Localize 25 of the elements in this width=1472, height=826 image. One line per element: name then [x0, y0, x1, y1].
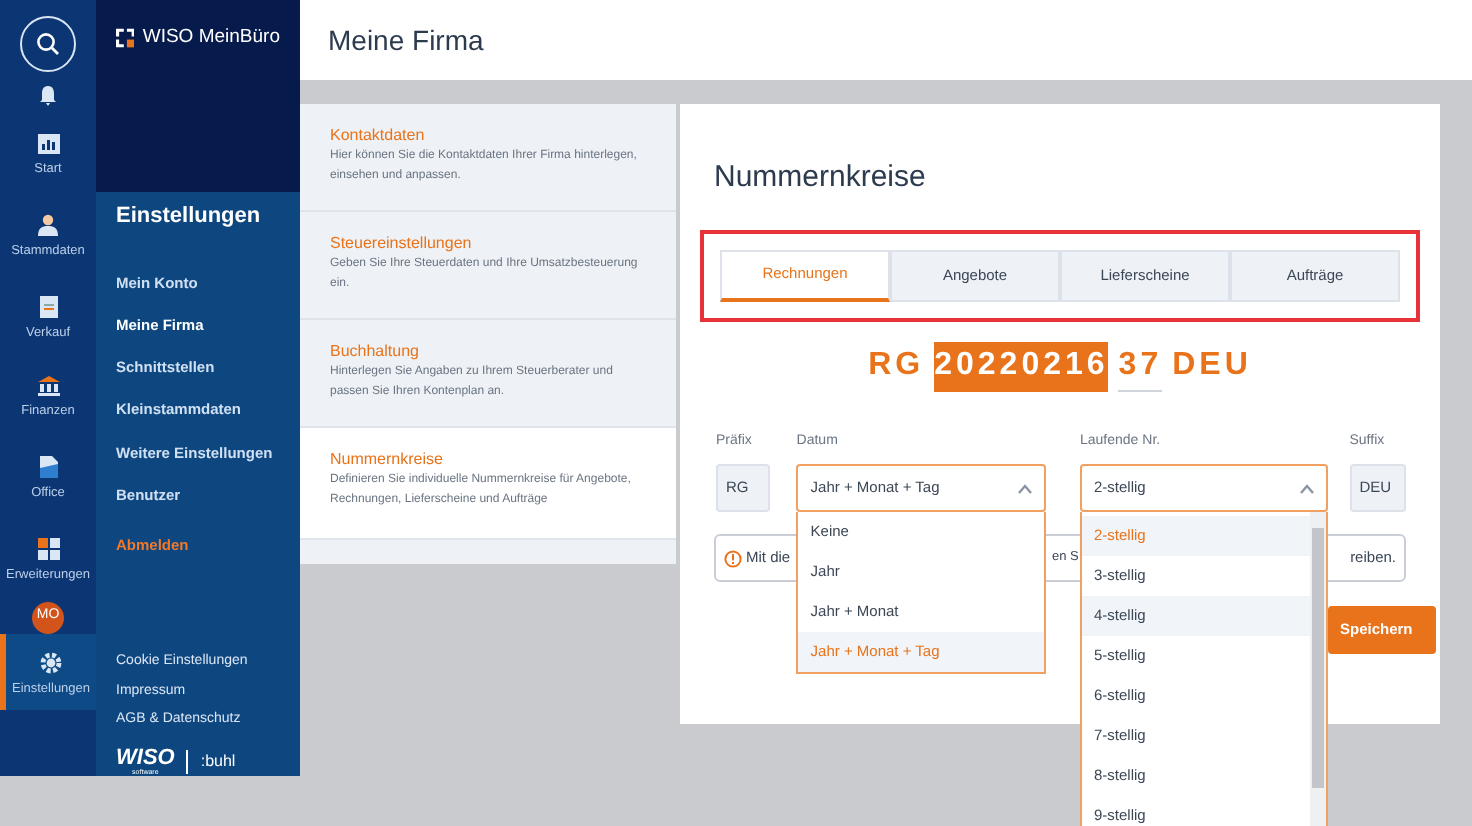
bell-icon[interactable]	[38, 84, 58, 106]
person-icon	[38, 213, 58, 236]
scrollbar[interactable]	[1309, 512, 1326, 826]
settings-icon	[40, 651, 62, 673]
number-prefix: RG	[868, 345, 925, 385]
page-title: Meine Firma	[300, 0, 1472, 80]
number-date: 20220216	[934, 341, 1109, 391]
search-button[interactable]	[20, 16, 76, 72]
caret-icon	[1018, 483, 1032, 493]
number-counter: 37	[1118, 341, 1163, 391]
file-icon	[39, 456, 57, 478]
chart-icon	[37, 134, 59, 154]
bank-icon	[37, 376, 59, 397]
number-suffix: DEU	[1172, 345, 1252, 385]
app-logo-text: WISO MeinBüro	[142, 24, 280, 52]
caret-icon	[1299, 483, 1314, 493]
logo-icon	[116, 26, 135, 51]
document-icon	[39, 295, 57, 317]
brand-name: WISO	[116, 747, 175, 769]
section-heading: Einstellungen	[116, 202, 263, 232]
info-icon	[724, 549, 742, 567]
partner-name: :buhl	[186, 749, 236, 774]
search-icon	[36, 32, 60, 56]
card-title: Nummernkreise	[714, 158, 928, 198]
grid-icon	[37, 537, 59, 560]
